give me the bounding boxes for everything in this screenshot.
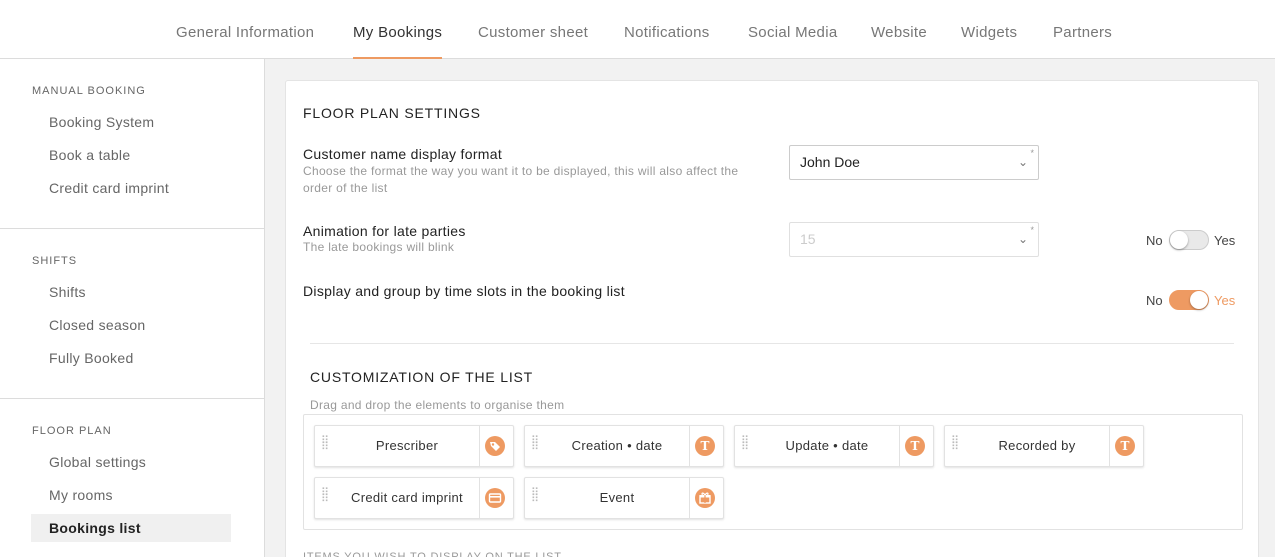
sidebar-heading-shifts: SHIFTS — [32, 255, 78, 267]
settings-card: FLOOR PLAN SETTINGS Customer name displa… — [285, 80, 1259, 557]
customization-hint: Drag and drop the elements to organise t… — [310, 398, 565, 412]
late-parties-delay-select[interactable]: 15 * ⌄ — [789, 222, 1039, 257]
drag-handle-icon[interactable]: ⠿ ⠿ — [321, 436, 331, 456]
customization-title: CUSTOMIZATION OF THE LIST — [310, 369, 534, 385]
toggle-no-label: No — [1146, 233, 1163, 248]
list-elements-dropzone[interactable]: ⠿ ⠿ Prescriber ⠿ ⠿ Creation • date T ⠿ ⠿ Up… — [303, 414, 1243, 530]
toggle-yes-label: Yes — [1214, 293, 1236, 308]
list-element-label: Prescriber — [375, 438, 439, 453]
group-by-time-slots-label: Display and group by time slots in the b… — [303, 283, 625, 299]
customer-name-format-select[interactable]: John Doe * ⌄ — [789, 145, 1039, 180]
toggle-no-label: No — [1146, 293, 1163, 308]
select-value: 15 — [800, 231, 816, 247]
tab-notifications[interactable]: Notifications — [624, 24, 710, 41]
credit-card-icon — [485, 488, 505, 508]
list-element-update-date[interactable]: ⠿ ⠿ Update • date T — [734, 425, 934, 467]
gift-icon — [695, 488, 715, 508]
items-to-display-title: ITEMS YOU WISH TO DISPLAY ON THE LIST — [303, 551, 562, 557]
sidebar-heading-manual-booking: MANUAL BOOKING — [32, 85, 146, 97]
sidebar-item-my-rooms[interactable]: My rooms — [31, 481, 231, 509]
late-parties-animation-label: Animation for late parties — [303, 223, 466, 239]
chip-separator — [899, 426, 900, 466]
chip-separator — [689, 478, 690, 518]
select-value: John Doe — [800, 154, 860, 170]
tab-social-media[interactable]: Social Media — [748, 24, 837, 41]
toggle-knob — [1190, 291, 1208, 309]
list-element-credit-card-imprint[interactable]: ⠿ ⠿ Credit card imprint — [314, 477, 514, 519]
drag-handle-icon[interactable]: ⠿ ⠿ — [741, 436, 751, 456]
list-element-label: Update • date — [785, 438, 869, 453]
customer-name-format-label: Customer name display format — [303, 146, 503, 162]
tag-icon — [485, 436, 505, 456]
list-element-label: Credit card imprint — [351, 490, 463, 505]
sidebar-divider — [0, 398, 265, 399]
text-type-icon: T — [1115, 436, 1135, 456]
group-by-time-slots-toggle[interactable] — [1169, 290, 1209, 310]
sidebar-item-bookings-list[interactable]: Bookings list — [31, 514, 231, 542]
list-element-label: Creation • date — [571, 438, 663, 453]
chip-separator — [1109, 426, 1110, 466]
chip-separator — [689, 426, 690, 466]
sidebar-item-credit-card-imprint[interactable]: Credit card imprint — [31, 174, 231, 202]
sidebar: MANUAL BOOKING Booking System Book a tab… — [0, 59, 265, 557]
chip-separator — [479, 478, 480, 518]
late-parties-animation-toggle[interactable] — [1169, 230, 1209, 250]
drag-handle-icon[interactable]: ⠿ ⠿ — [951, 436, 961, 456]
customer-name-format-description: Choose the format the way you want it to… — [303, 164, 739, 195]
tab-website[interactable]: Website — [871, 24, 927, 41]
required-mark: * — [1030, 148, 1034, 158]
sidebar-item-book-a-table[interactable]: Book a table — [31, 141, 231, 169]
floor-plan-settings-title: FLOOR PLAN SETTINGS — [303, 105, 481, 121]
toggle-yes-label: Yes — [1214, 233, 1236, 248]
sidebar-divider — [0, 228, 265, 229]
section-divider — [310, 343, 1234, 344]
tab-customer-sheet[interactable]: Customer sheet — [478, 24, 588, 41]
tab-partners[interactable]: Partners — [1053, 24, 1112, 41]
top-navigation: General Information My Bookings Customer… — [0, 0, 1275, 59]
toggle-knob — [1170, 231, 1188, 249]
sidebar-item-booking-system[interactable]: Booking System — [31, 108, 231, 136]
chip-separator — [479, 426, 480, 466]
late-parties-animation-description: The late bookings will blink — [303, 240, 455, 254]
tab-general-information[interactable]: General Information — [176, 24, 314, 41]
list-element-event[interactable]: ⠿ ⠿ Event — [524, 477, 724, 519]
sidebar-item-global-settings[interactable]: Global settings — [31, 448, 231, 476]
drag-handle-icon[interactable]: ⠿ ⠿ — [321, 488, 331, 508]
list-element-prescriber[interactable]: ⠿ ⠿ Prescriber — [314, 425, 514, 467]
sidebar-item-shifts[interactable]: Shifts — [31, 278, 231, 306]
list-element-recorded-by[interactable]: ⠿ ⠿ Recorded by T — [944, 425, 1144, 467]
sidebar-item-closed-season[interactable]: Closed season — [31, 311, 231, 339]
text-type-icon: T — [695, 436, 715, 456]
tab-widgets[interactable]: Widgets — [961, 24, 1017, 41]
sidebar-heading-floor-plan: FLOOR PLAN — [32, 425, 112, 437]
drag-handle-icon[interactable]: ⠿ ⠿ — [531, 436, 541, 456]
list-element-label: Recorded by — [998, 438, 1076, 453]
required-mark: * — [1030, 225, 1034, 235]
chevron-down-icon: ⌄ — [1017, 155, 1028, 169]
sidebar-item-fully-booked[interactable]: Fully Booked — [31, 344, 231, 372]
text-type-icon: T — [905, 436, 925, 456]
list-element-label: Event — [599, 490, 635, 505]
list-element-creation-date[interactable]: ⠿ ⠿ Creation • date T — [524, 425, 724, 467]
chevron-down-icon: ⌄ — [1017, 232, 1028, 246]
tab-my-bookings[interactable]: My Bookings — [353, 24, 443, 59]
drag-handle-icon[interactable]: ⠿ ⠿ — [531, 488, 541, 508]
